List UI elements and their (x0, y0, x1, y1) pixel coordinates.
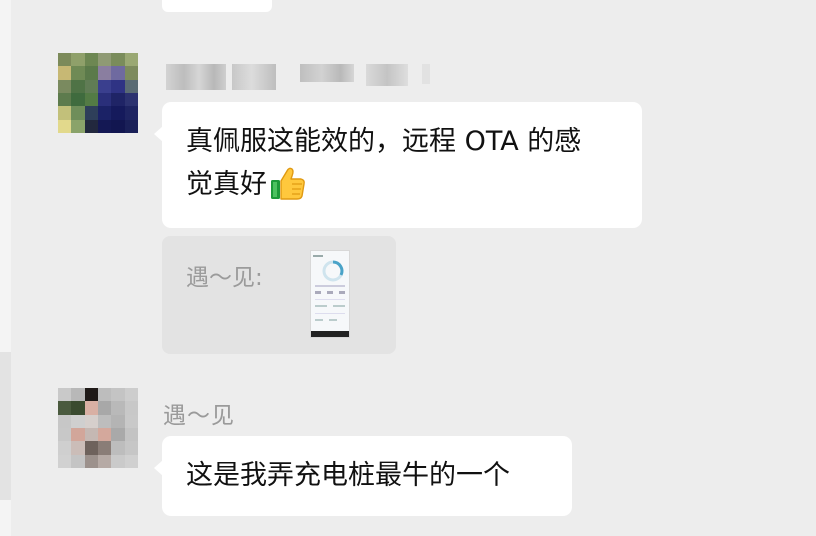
quoted-message[interactable]: 遇～见: (162, 236, 396, 354)
sender-name[interactable]: 遇～见 (163, 396, 235, 430)
quote-author: 遇～见: (186, 265, 263, 291)
message-text-line-2: 觉真好 (186, 163, 618, 206)
sender-avatar-2[interactable] (58, 388, 138, 468)
message-bubble[interactable]: 真佩服这能效的，远程 OTA 的感 觉真好 (154, 102, 642, 228)
left-panel-shade (0, 352, 11, 500)
previous-message-bubble[interactable] (162, 0, 272, 12)
thumbs-up-icon (269, 163, 307, 201)
message-text: 这是我弄充电桩最牛的一个 (186, 460, 510, 491)
screenshot-thumbnail[interactable] (310, 250, 350, 338)
message-text-line-1: 真佩服这能效的，远程 OTA 的感 (186, 126, 582, 157)
message-bubble-2[interactable]: 这是我弄充电桩最牛的一个 (154, 436, 572, 516)
left-panel-edge (0, 0, 11, 536)
sender-avatar[interactable] (58, 53, 138, 133)
sender-name-pixelated (166, 64, 430, 92)
